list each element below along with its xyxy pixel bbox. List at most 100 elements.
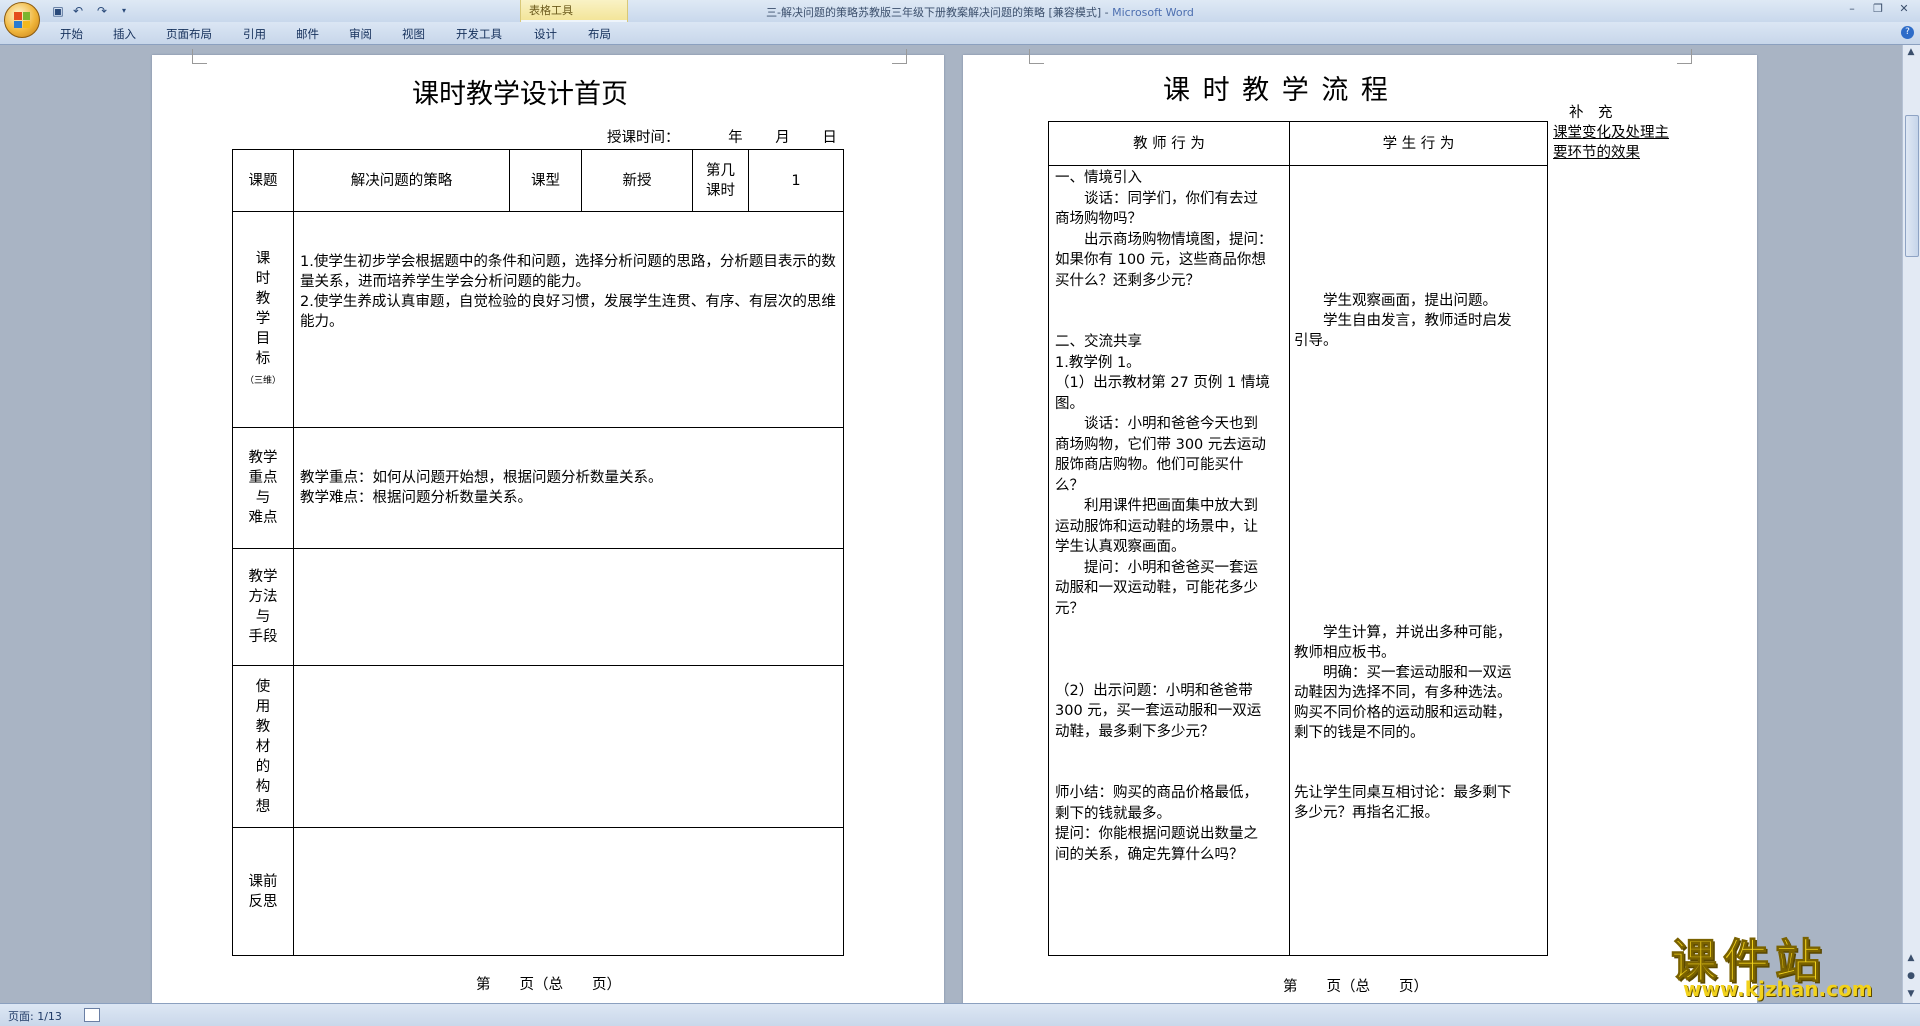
table-row: 课时教学目标（三维） 1.使学生初步学会根据题中的条件和问题，选择分析问题的思路… [232, 211, 844, 428]
teacher-column-header: 教 师 行 为 [1048, 121, 1290, 166]
redo-icon[interactable]: ↷ [94, 3, 110, 19]
teacher-line [1055, 640, 1283, 661]
title-bar: ▣ ↶ ↷ ▾ 三-解决问题的策略苏教版三年级下册教案解决问题的策略 [兼容模式… [0, 0, 1920, 22]
student-column-header: 学 生 行 为 [1289, 121, 1548, 166]
teacher-line: 动服和一双运动鞋，可能花多少 [1055, 580, 1258, 596]
scroll-thumb[interactable] [1905, 115, 1919, 257]
teacher-line: 元？ [1055, 600, 1084, 617]
vertical-scrollbar[interactable]: ▲ ▲ ● ▼ [1902, 45, 1920, 1003]
ribbon-tab-bar: 开始 插入 页面布局 引用 邮件 审阅 视图 开发工具 设计 布局 ? [0, 22, 1920, 45]
previous-page-icon[interactable]: ▲ [1906, 953, 1916, 963]
student-line: 教师相应板书。 [1294, 645, 1396, 661]
teacher-line: 一、情境引入 [1055, 170, 1142, 186]
teacher-line: 买什么？还剩多少元？ [1055, 272, 1200, 289]
crop-mark [192, 49, 207, 64]
teacher-line: （1）出示教材第 27 页例 1 情境 [1055, 375, 1270, 391]
crop-mark [1677, 49, 1692, 64]
topic-value[interactable]: 解决问题的策略 [293, 149, 510, 212]
crop-mark [892, 49, 907, 64]
material-label: 使用教材的构想 [232, 665, 294, 828]
reflection-label: 课前 反思 [232, 827, 294, 956]
teacher-line: 提问：小明和爸爸买一套运 [1055, 559, 1258, 576]
date-label: 授课时间： 年 月 日 [607, 130, 837, 146]
tab-review[interactable]: 审阅 [349, 26, 372, 42]
proofing-icon[interactable] [84, 1008, 100, 1022]
teacher-line [1055, 660, 1283, 681]
tab-home[interactable]: 开始 [60, 26, 83, 42]
topic-label: 课题 [232, 149, 294, 212]
student-line: 引导。 [1294, 333, 1338, 349]
select-browse-object-icon[interactable]: ● [1906, 971, 1916, 981]
close-icon[interactable]: ✕ [1894, 2, 1914, 16]
teacher-line: 利用课件把画面集中放大到 [1055, 498, 1258, 514]
crop-mark [1029, 49, 1044, 64]
table-row: 一、情境引入 谈话：同学们，你们有去过 商场购物吗？ 出示商场购物情境图，提问： 如… [1048, 165, 1548, 956]
goal-item: 2.使学生养成认真审题，自觉检验的良好习惯，发展学生连贯、有序、有层次的思维能力… [300, 294, 836, 330]
undo-icon[interactable]: ↶ [70, 3, 86, 19]
flow-title: 课 时 教 学 流 程 [1163, 75, 1390, 106]
key-point-item: 教学重点：如何从问题开始想，根据问题分析数量关系。 [300, 470, 663, 486]
key-points-content[interactable]: 教学重点：如何从问题开始想，根据问题分析数量关系。 教学难点：根据问题分析数量关… [293, 427, 844, 549]
teacher-line: （2）出示问题：小明和爸爸带 [1055, 682, 1253, 699]
teacher-line: 谈话：小明和爸爸今天也到 [1055, 416, 1258, 432]
table-tools-label: 表格工具 [529, 4, 573, 17]
lesson-no-label: 第几 课时 [692, 149, 749, 212]
student-line: 学生自由发言，教师适时启发 [1294, 313, 1512, 329]
teacher-line: 商场购物吗？ [1055, 211, 1142, 227]
lesson-design-table: 课题 解决问题的策略 课型 新授 第几 课时 1 课时教学目标（三维） 1.使学生… [232, 149, 844, 956]
save-icon[interactable]: ▣ [50, 3, 66, 19]
window-title: 三-解决问题的策略苏教版三年级下册教案解决问题的策略 [兼容模式] - Micr… [766, 6, 1194, 19]
teacher-line [1055, 619, 1283, 640]
table-row: 使用教材的构想 [232, 665, 844, 828]
table-row: 课前 反思 [232, 827, 844, 956]
student-line: 先让学生同桌互相讨论：最多剩下 [1294, 785, 1512, 801]
tab-references[interactable]: 引用 [243, 26, 266, 42]
teacher-line: 剩下的钱就最多。 [1055, 805, 1171, 822]
material-content[interactable] [293, 665, 844, 828]
table-row: 教学 重点与难点 教学重点：如何从问题开始想，根据问题分析数量关系。 教学难点：根… [232, 427, 844, 549]
method-label: 教学 方法与手段 [232, 548, 294, 666]
minimize-icon[interactable]: – [1842, 2, 1862, 16]
watermark-url: www.kjzhan.com [1683, 977, 1873, 1001]
teacher-line: 谈话：同学们，你们有去过 [1055, 190, 1258, 207]
tab-design[interactable]: 设计 [534, 26, 557, 42]
student-line: 动鞋因为选择不同，有多种选法。 [1294, 685, 1512, 701]
tab-mailings[interactable]: 邮件 [296, 26, 319, 42]
teacher-actions-cell[interactable]: 一、情境引入 谈话：同学们，你们有去过 商场购物吗？ 出示商场购物情境图，提问： 如… [1048, 165, 1290, 956]
key-points-label: 教学 重点与难点 [232, 427, 294, 549]
scroll-up-icon[interactable]: ▲ [1906, 47, 1916, 57]
document-page-right[interactable]: 课 时 教 学 流 程 补 充 教 师 行 为 学 生 行 为 一、情境引入 谈… [963, 49, 1757, 1015]
page-footer: 第 页（总 页） [476, 977, 621, 993]
tab-view[interactable]: 视图 [402, 26, 425, 42]
student-line: 学生观察画面，提出问题。 [1294, 293, 1497, 309]
page-count[interactable]: 页面: 1/13 [8, 1008, 62, 1024]
teacher-line [1055, 312, 1283, 333]
restore-icon[interactable]: ❐ [1868, 2, 1888, 16]
teacher-line: 么？ [1055, 477, 1084, 494]
table-row: 课题 解决问题的策略 课型 新授 第几 课时 1 [232, 149, 844, 212]
teacher-line: 服饰商店购物。他们可能买什 [1055, 457, 1244, 473]
teacher-line: 如果你有 100 元，这些商品你想 [1055, 252, 1266, 268]
teacher-line: 师小结：购买的商品价格最低， [1055, 785, 1258, 801]
tab-developer[interactable]: 开发工具 [456, 26, 502, 42]
teacher-line: 图。 [1055, 395, 1084, 412]
tab-page-layout[interactable]: 页面布局 [166, 26, 212, 42]
tab-insert[interactable]: 插入 [113, 26, 136, 42]
goals-content[interactable]: 1.使学生初步学会根据题中的条件和问题，选择分析问题的思路，分析题目表示的数量关… [293, 211, 844, 428]
student-actions-cell[interactable]: 学生观察画面，提出问题。 学生自由发言，教师适时启发 引导。 学生计算，并说出多… [1289, 165, 1548, 956]
method-content[interactable] [293, 548, 844, 666]
office-button[interactable] [4, 2, 40, 38]
lesson-no-value[interactable]: 1 [748, 149, 844, 212]
teacher-line: 学生认真观察画面。 [1055, 539, 1186, 555]
student-line: 学生计算，并说出多种可能， [1294, 625, 1512, 641]
customize-qat-icon[interactable]: ▾ [116, 3, 132, 19]
student-line: 剩下的钱是不同的。 [1294, 725, 1425, 741]
tab-layout[interactable]: 布局 [588, 26, 611, 42]
goal-item: 1.使学生初步学会根据题中的条件和问题，选择分析问题的思路，分析题目表示的数量关… [300, 254, 836, 290]
document-page-left[interactable]: 课时教学设计首页 授课时间： 年 月 日 课题 解决问题的策略 课型 新授 第几… [152, 49, 944, 1015]
type-value[interactable]: 新授 [581, 149, 693, 212]
next-page-icon[interactable]: ▼ [1906, 989, 1916, 999]
teaching-flow-table: 教 师 行 为 学 生 行 为 一、情境引入 谈话：同学们，你们有去过 商场购物吗… [1048, 121, 1548, 956]
help-icon[interactable]: ? [1901, 26, 1914, 39]
reflection-content[interactable] [293, 827, 844, 956]
